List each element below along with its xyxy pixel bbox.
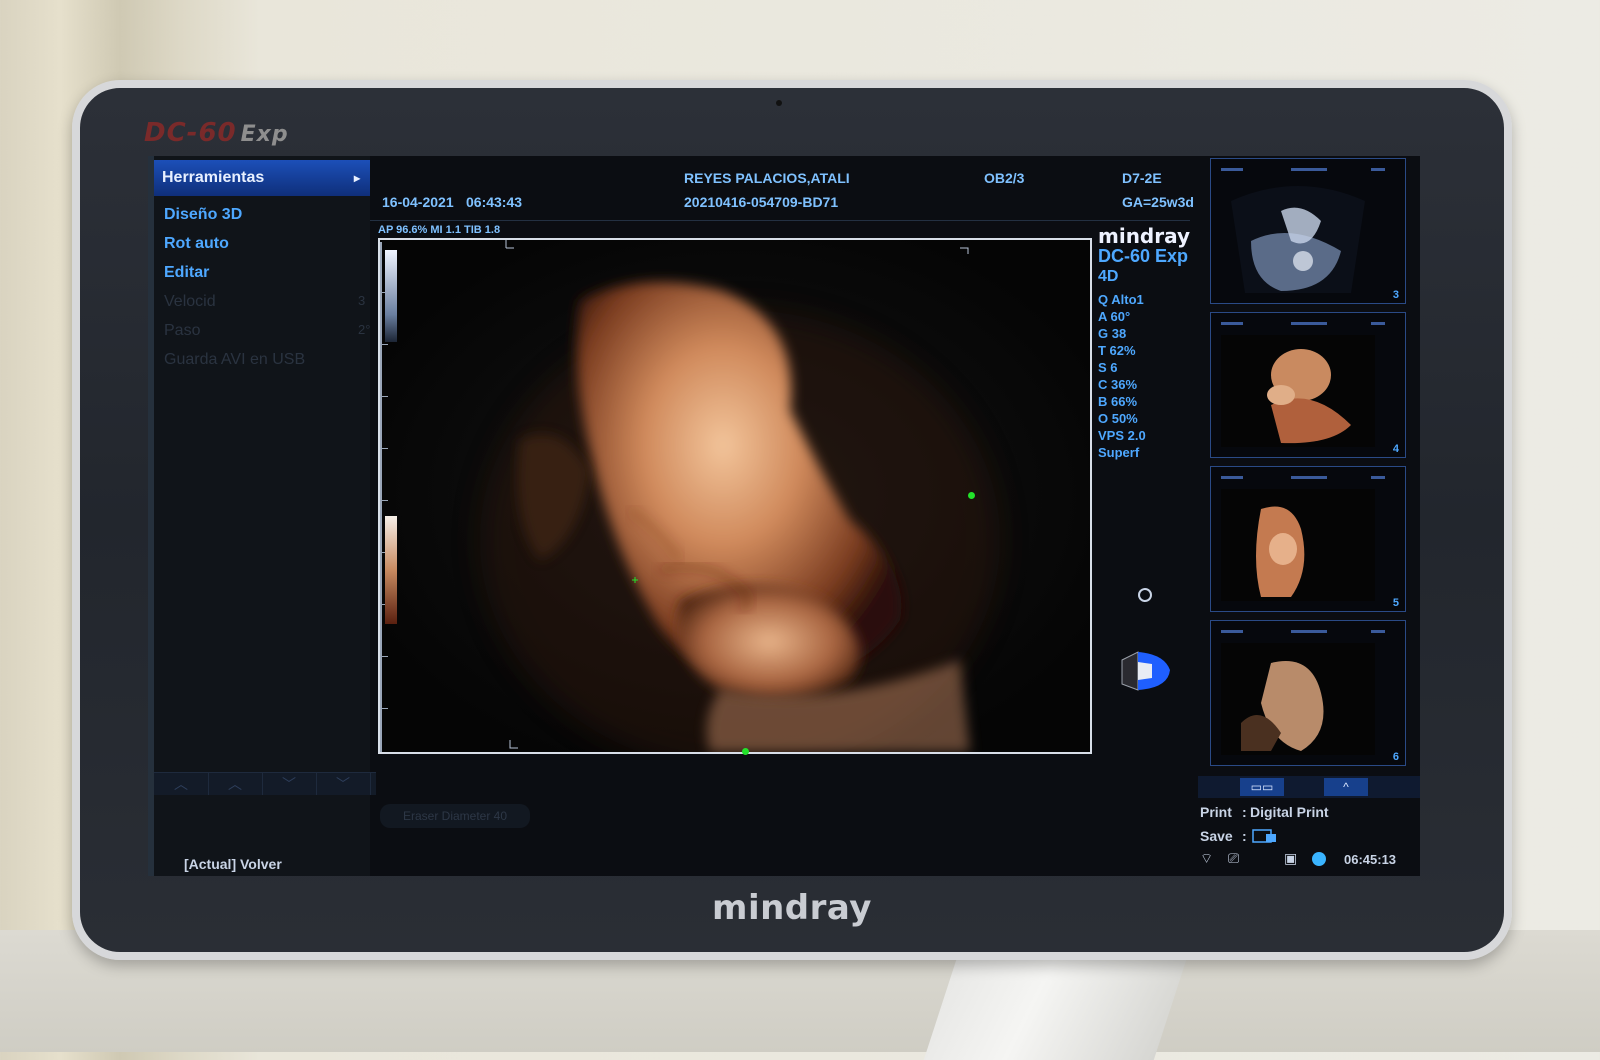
exam-type: OB2/3 xyxy=(984,170,1025,186)
wifi-icon: ⌔ xyxy=(1200,850,1214,866)
render-viewport[interactable] xyxy=(378,238,1092,754)
webcam-dot xyxy=(776,100,782,106)
monitor-bezel: DC-60 Exp mindray Herramientas ▸ Diseño 3… xyxy=(72,80,1512,960)
sidebar-nav-bar: ︿ ︿ ﹀ ﹀ xyxy=(154,772,376,795)
gestational-age: GA=25w3d xyxy=(1122,194,1194,210)
thumbnail-header-text xyxy=(1221,322,1385,325)
print-colon: : xyxy=(1242,804,1247,820)
grayscale-bar xyxy=(385,250,397,342)
param-quality: Q Alto1 xyxy=(1098,292,1144,307)
ruler-tick xyxy=(380,344,388,345)
thumbnail-header-text xyxy=(1221,630,1385,633)
thumbnail-number: 3 xyxy=(1392,289,1399,301)
thumbnail-header-text xyxy=(1221,476,1385,479)
thumbnail-number: 4 xyxy=(1392,443,1399,455)
save-colon: : xyxy=(1242,828,1247,844)
thumbnail-image-2d xyxy=(1231,186,1365,293)
chevron-right-icon: ▸ xyxy=(353,171,360,185)
chevron-down-icon[interactable]: ﹀ xyxy=(262,773,317,795)
param-angle: A 60° xyxy=(1098,309,1131,324)
menu-item-guarda-avi: Guarda AVI en USB xyxy=(164,351,306,368)
model-name: DC-60 Exp xyxy=(1098,246,1189,266)
probe-orientation-icon xyxy=(1121,651,1170,691)
save-label: Save xyxy=(1200,828,1233,844)
ruler-tick xyxy=(380,500,388,501)
menu-item-editar[interactable]: Editar xyxy=(164,264,209,282)
thumbnail-header-text xyxy=(1221,168,1385,171)
exam-id: 20210416-054709-BD71 xyxy=(684,194,839,210)
mindray-logo: mindray xyxy=(712,888,872,928)
ruler-tick xyxy=(380,656,388,657)
thumbnail-image-4d xyxy=(1221,643,1375,755)
mode-label: 4D xyxy=(1098,268,1119,285)
menu-header-herramientas[interactable]: Herramientas ▸ xyxy=(154,160,370,196)
page-down-icon[interactable]: ﹀ xyxy=(316,773,371,795)
ruler-tick xyxy=(380,708,388,709)
thumbnail-number: 6 xyxy=(1392,751,1399,763)
thumbnail-nav: ▭▭ ^ xyxy=(1198,776,1420,798)
param-smooth: S 6 xyxy=(1098,360,1118,375)
header-divider xyxy=(370,220,1190,221)
color-map-bar xyxy=(385,516,397,624)
print-value[interactable]: Digital Print xyxy=(1250,804,1329,820)
param-render-mode: Superf xyxy=(1098,445,1140,460)
param-gain: G 38 xyxy=(1098,326,1127,341)
param-opacity: O 50% xyxy=(1098,411,1138,426)
eraser-diameter-control: Eraser Diameter 40 xyxy=(380,804,530,828)
tools-sidebar: Herramientas ▸ Diseño 3D Rot auto Editar… xyxy=(148,156,376,876)
status-indicator-icon xyxy=(1312,852,1326,866)
center-marker xyxy=(742,748,749,755)
menu-item-rot-auto[interactable]: Rot auto xyxy=(164,235,229,253)
print-label: Print xyxy=(1200,804,1232,820)
thumbnail-number: 5 xyxy=(1392,597,1399,609)
back-label[interactable]: [Actual] Volver xyxy=(184,856,282,872)
exam-time: 06:43:43 xyxy=(466,194,523,210)
patient-name: REYES PALACIOS,ATALI xyxy=(684,170,850,186)
thumbnail-item[interactable]: 5 xyxy=(1210,466,1406,612)
depth-ruler xyxy=(380,242,382,752)
ultrasound-screen: Herramientas ▸ Diseño 3D Rot auto Editar… xyxy=(148,156,1420,876)
exam-date: 16-04-2021 xyxy=(382,194,454,210)
orientation-circle-icon[interactable] xyxy=(1138,588,1152,602)
thumbnail-image-4d xyxy=(1221,335,1375,447)
probe-name: D7-2E xyxy=(1122,170,1162,186)
usb-storage-icon: ▣ xyxy=(1284,850,1298,866)
thumbnail-item[interactable]: 4 xyxy=(1210,312,1406,458)
device-model-logo: DC-60 Exp xyxy=(144,118,289,148)
thumbnail-image-4d xyxy=(1221,489,1375,601)
page-up-icon[interactable]: ︿ xyxy=(154,773,209,795)
thumbnail-up-button[interactable]: ^ xyxy=(1324,778,1368,796)
focus-marker xyxy=(968,492,975,499)
thumbnail-strip: 3 4 5 6 xyxy=(1204,156,1416,772)
layout-toggle-button[interactable]: ▭▭ xyxy=(1240,778,1284,796)
menu-item-velocid: Velocid 3 xyxy=(164,293,366,310)
thumbnail-item[interactable]: 6 xyxy=(1210,620,1406,766)
param-brightness: B 66% xyxy=(1098,394,1138,409)
network-icon: ⎚ xyxy=(1228,850,1240,866)
fetal-render-image xyxy=(480,240,1000,752)
acoustic-output: AP 96.6% MI 1.1 TIB 1.8 xyxy=(378,224,501,236)
save-storage-icon[interactable] xyxy=(1252,828,1278,844)
ruler-tick xyxy=(380,448,388,449)
menu-item-diseno-3d[interactable]: Diseño 3D xyxy=(164,206,242,224)
param-threshold: T 62% xyxy=(1098,343,1136,358)
param-contrast: C 36% xyxy=(1098,377,1138,392)
menu-item-paso: Paso 2° xyxy=(164,322,371,339)
ruler-tick xyxy=(380,396,388,397)
mindray-screen-logo: mindray xyxy=(1098,224,1191,248)
chevron-up-icon[interactable]: ︿ xyxy=(208,773,263,795)
monitor-stand xyxy=(923,960,1187,1060)
system-clock: 06:45:13 xyxy=(1344,852,1397,867)
thumbnail-item[interactable]: 3 xyxy=(1210,158,1406,304)
param-vps: VPS 2.0 xyxy=(1098,428,1146,443)
